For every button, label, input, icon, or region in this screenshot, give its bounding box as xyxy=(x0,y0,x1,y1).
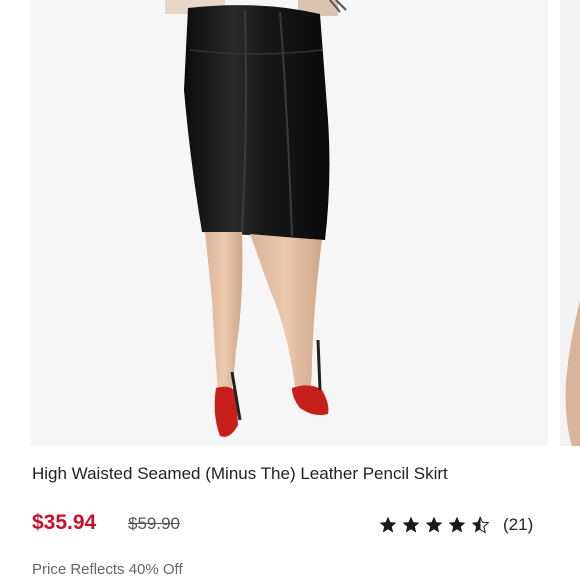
star-rating[interactable]: (21) xyxy=(378,513,533,537)
sale-price: $35.94 xyxy=(32,511,97,534)
star-half-icon xyxy=(471,516,490,534)
star-full-icon xyxy=(448,516,466,533)
product-title[interactable]: High Waisted Seamed (Minus The) Leather … xyxy=(32,464,572,484)
original-price: $59.90 xyxy=(128,514,180,533)
next-image-peek[interactable] xyxy=(560,0,580,446)
star-full-icon xyxy=(425,516,443,533)
star-full-icon xyxy=(402,516,420,533)
star-full-icon xyxy=(379,516,397,533)
product-image[interactable] xyxy=(30,0,548,446)
skirt-photo-icon xyxy=(165,0,347,437)
review-count[interactable]: (21) xyxy=(503,515,533,535)
price-promo-note: Price Reflects 40% Off xyxy=(32,561,183,578)
next-photo-icon xyxy=(565,300,580,446)
